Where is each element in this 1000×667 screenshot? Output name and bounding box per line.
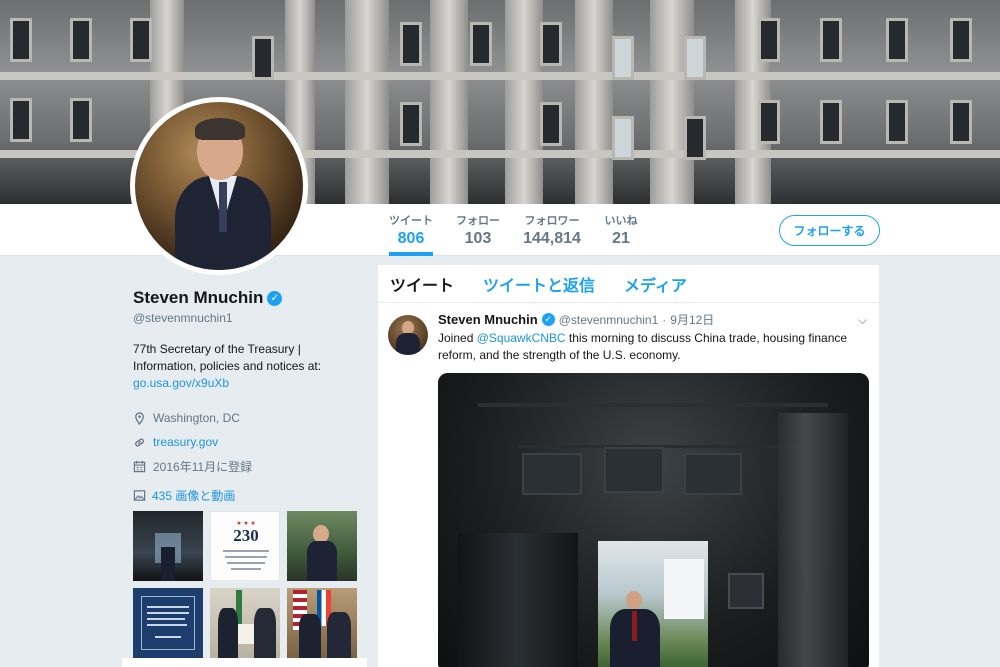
stat-followers-value: 144,814 bbox=[523, 230, 581, 247]
stat-tweets-value: 806 bbox=[397, 230, 425, 247]
profile-joined: 2016年11月に登録 bbox=[153, 459, 253, 474]
tweet-media-image[interactable] bbox=[438, 373, 869, 667]
chevron-down-icon[interactable]: ⌵ bbox=[858, 313, 867, 328]
profile-avatar[interactable] bbox=[130, 97, 308, 275]
stat-followers[interactable]: フォロワー 144,814 bbox=[522, 212, 582, 248]
profile-website[interactable]: treasury.gov bbox=[153, 435, 218, 449]
profile-bio: 77th Secretary of the Treasury | Informa… bbox=[133, 341, 363, 392]
verified-badge-icon: ✓ bbox=[541, 313, 555, 326]
tweet-author-name[interactable]: Steven Mnuchin bbox=[438, 312, 538, 327]
stat-tweets[interactable]: ツイート 806 bbox=[389, 212, 433, 256]
tweet-mention[interactable]: @SquawkCNBC bbox=[477, 331, 566, 345]
location-icon bbox=[135, 411, 144, 425]
timeline-tabs: ツイート ツイートと返信 メディア bbox=[378, 265, 879, 303]
follow-button[interactable]: フォローする bbox=[779, 215, 880, 246]
media-count-label: 435 画像と動画 bbox=[152, 489, 236, 503]
media-thumb-studio[interactable] bbox=[133, 511, 203, 581]
media-thumb-mexico[interactable] bbox=[210, 588, 280, 658]
tab-tweets-and-replies[interactable]: ツイートと返信 bbox=[483, 272, 595, 296]
tab-tweets[interactable]: ツイート bbox=[390, 272, 454, 296]
media-thumb-podium[interactable] bbox=[287, 511, 357, 581]
image-icon bbox=[133, 490, 146, 501]
stat-followers-label: フォロワー bbox=[524, 215, 580, 227]
stat-following-value: 103 bbox=[464, 230, 492, 247]
media-thumb-quote[interactable] bbox=[133, 588, 203, 658]
tab-media[interactable]: メディア bbox=[624, 272, 687, 296]
media-thumb-flags[interactable] bbox=[287, 588, 357, 658]
tweet-avatar[interactable] bbox=[388, 315, 428, 355]
thumb-number: 230 bbox=[233, 526, 259, 545]
stat-following[interactable]: フォロー 103 bbox=[455, 212, 501, 248]
media-thumb-230[interactable]: ★ ★ ★ 230 bbox=[210, 511, 280, 581]
link-icon bbox=[135, 438, 144, 446]
stat-following-label: フォロー bbox=[456, 215, 500, 227]
sidebar-next-card bbox=[122, 658, 367, 667]
tweet-separator: · bbox=[662, 312, 667, 327]
profile-meta: Washington, DC treasury.gov 2016年11月に登録 bbox=[133, 406, 363, 478]
bio-link[interactable]: go.usa.gov/x9uXb bbox=[133, 375, 363, 392]
tweet[interactable]: Steven Mnuchin ✓ @stevenmnuchin1 · 9月12日… bbox=[378, 303, 879, 667]
profile-name[interactable]: Steven Mnuchin bbox=[133, 288, 263, 308]
tweet-author-handle[interactable]: @stevenmnuchin1 bbox=[559, 313, 659, 327]
tweet-text-before: Joined bbox=[438, 331, 477, 345]
tweet-text: Joined @SquawkCNBC this morning to discu… bbox=[438, 330, 869, 364]
stat-likes-label: いいね bbox=[604, 215, 638, 227]
media-count-link[interactable]: 435 画像と動画 bbox=[133, 487, 363, 504]
tweet-header: Steven Mnuchin ✓ @stevenmnuchin1 · 9月12日 bbox=[438, 311, 869, 328]
profile-location: Washington, DC bbox=[153, 411, 240, 425]
stat-likes-value: 21 bbox=[612, 230, 630, 247]
media-grid: ★ ★ ★ 230 bbox=[133, 511, 363, 658]
calendar-icon bbox=[133, 460, 146, 472]
profile-card: Steven Mnuchin ✓ @stevenmnuchin1 77th Se… bbox=[133, 288, 363, 658]
stat-likes[interactable]: いいね 21 bbox=[604, 212, 638, 248]
tweet-date[interactable]: 9月12日 bbox=[670, 311, 714, 328]
stat-tweets-label: ツイート bbox=[389, 215, 433, 227]
timeline: ツイート ツイートと返信 メディア Steven Mnuchin ✓ @stev… bbox=[378, 265, 879, 667]
profile-handle[interactable]: @stevenmnuchin1 bbox=[133, 311, 363, 325]
verified-badge-icon: ✓ bbox=[267, 290, 283, 306]
bio-text: 77th Secretary of the Treasury | Informa… bbox=[133, 342, 322, 373]
